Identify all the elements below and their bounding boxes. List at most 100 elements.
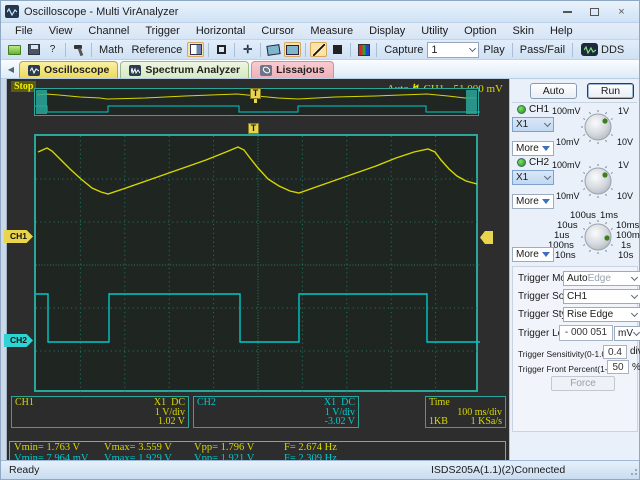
trigger-level-unit-select[interactable]: mV [614, 326, 640, 341]
knob-indicator-dot [604, 235, 610, 241]
chevron-down-icon [469, 44, 477, 52]
graticule [34, 134, 480, 394]
minimize-button[interactable] [554, 3, 581, 20]
menu-skin[interactable]: Skin [505, 24, 542, 39]
ch2-offset: -3.02 V [324, 416, 355, 427]
trigger-front-percent-input[interactable]: 50 [607, 360, 629, 374]
capture-count-select[interactable]: 1 [427, 41, 480, 58]
menu-measure[interactable]: Measure [302, 24, 361, 39]
dds-wave-icon [581, 43, 599, 56]
help-icon[interactable]: ? [44, 42, 61, 57]
chevron-down-icon [632, 328, 640, 336]
menu-horizontal[interactable]: Horizontal [188, 24, 254, 39]
preview-left-handle[interactable] [36, 90, 47, 114]
knob-indicator-dot [602, 172, 608, 178]
timebase-knob[interactable] [580, 219, 616, 255]
ch2-position-marker[interactable]: CH2 [4, 334, 33, 347]
preview-right-handle[interactable] [466, 90, 477, 114]
trigger-level-input[interactable]: - 000 051 [559, 325, 613, 341]
ch1-volts-knob[interactable] [580, 109, 616, 145]
line-draw-icon[interactable] [310, 42, 328, 57]
rotate-view-icon[interactable] [265, 42, 282, 57]
window-icon[interactable] [213, 42, 230, 57]
close-button[interactable]: × [608, 3, 635, 20]
trigger-level-marker[interactable] [480, 231, 493, 244]
panel-layout-icon[interactable] [187, 42, 205, 57]
trigger-mode-select[interactable]: AutoEdge [563, 271, 640, 286]
trigger-style-select[interactable]: Rise Edge [563, 307, 640, 322]
ch1-label: CH1 [529, 104, 550, 115]
trigger-sensitivity-unit: div [630, 346, 640, 357]
app-window: Oscilloscope - Multi VirAnalyzer × File … [0, 0, 640, 480]
trigger-sensitivity-label: Trigger Sensitivity(0-1.0) [518, 349, 609, 359]
math-button[interactable]: Math [95, 44, 127, 56]
screen-capture-icon[interactable] [284, 42, 302, 57]
menu-channel[interactable]: Channel [80, 24, 137, 39]
ch1-probe-value: X1 [516, 119, 529, 130]
menu-bar: File View Channel Trigger Horizontal Cur… [1, 23, 639, 40]
ch2-probe-select[interactable]: X1 [512, 170, 554, 185]
play-button[interactable]: Play [479, 44, 508, 56]
auto-button[interactable]: Auto [530, 83, 577, 99]
chevron-down-icon [543, 172, 552, 180]
move-icon[interactable]: ✛ [239, 42, 256, 57]
oscilloscope-tab-icon [28, 64, 40, 76]
menu-trigger[interactable]: Trigger [137, 24, 187, 39]
resize-grip[interactable] [629, 469, 637, 477]
trigger-source-select[interactable]: CH1 [563, 289, 640, 304]
ch2-knob-label-10v: 10V [617, 191, 634, 201]
ch1-more-label: More [516, 143, 539, 154]
menu-cursor[interactable]: Cursor [253, 24, 302, 39]
trigger-mode-hint: Edge [587, 273, 611, 284]
tab-bar: ◀ Oscilloscope Spectrum Analyzer Lissajo… [1, 60, 639, 79]
color-grid-icon[interactable] [355, 42, 372, 57]
stop-shape-icon[interactable] [329, 42, 346, 57]
passfail-button[interactable]: Pass/Fail [516, 44, 569, 56]
trigger-front-percent-unit: % [632, 362, 640, 373]
tab-lissajous[interactable]: Lissajous [251, 61, 334, 78]
tab-scroll-left-icon[interactable]: ◀ [3, 61, 19, 77]
trigger-sensitivity-input[interactable]: 0.4 [603, 345, 627, 359]
tab-label: Oscilloscope [44, 64, 110, 76]
maximize-button[interactable] [581, 3, 608, 20]
ch2-more-select[interactable]: More [512, 194, 554, 209]
menu-display[interactable]: Display [361, 24, 413, 39]
ch2-probe-value: X1 [516, 172, 529, 183]
timebase-more-select[interactable]: More [512, 247, 554, 262]
menu-view[interactable]: View [41, 24, 81, 39]
save-icon[interactable] [25, 42, 42, 57]
ch2-knob-label-100mv: 100mV [552, 160, 581, 170]
menu-help[interactable]: Help [542, 24, 581, 39]
tab-spectrum-analyzer[interactable]: Spectrum Analyzer [120, 61, 250, 78]
chevron-down-icon [630, 309, 639, 317]
toolbar: ? Math Reference ✛ Capture 1 Play Pass/F… [1, 40, 639, 60]
ch1-vpp: Vpp= 1.796 V [194, 442, 255, 453]
run-button[interactable]: Run [587, 83, 634, 99]
ch1-probe-select[interactable]: X1 [512, 117, 554, 132]
trigger-position-marker[interactable]: T [248, 123, 259, 138]
ch1-more-select[interactable]: More [512, 141, 554, 156]
ch2-enable-led[interactable] [517, 158, 526, 167]
trigger-group: Trigger Mode AutoEdge Trigger Source CH1… [512, 266, 640, 432]
ch1-position-marker[interactable]: CH1 [4, 230, 33, 243]
ch1-vmax: Vmax= 3.559 V [104, 442, 172, 453]
ch1-enable-led[interactable] [517, 105, 526, 114]
menu-option[interactable]: Option [456, 24, 504, 39]
menu-utility[interactable]: Utility [413, 24, 456, 39]
open-icon[interactable] [6, 42, 23, 57]
splitter-handle[interactable] [1, 79, 7, 460]
tool-icon[interactable] [70, 42, 87, 57]
menu-file[interactable]: File [7, 24, 41, 39]
ch2-label: CH2 [529, 157, 550, 168]
tb-label-10s: 10s [618, 250, 634, 261]
buffer-preview-strip[interactable]: T [34, 88, 480, 116]
preview-trigger-position-marker[interactable]: T [250, 88, 261, 103]
ch1-knob-label-10v: 10V [617, 137, 634, 147]
tab-oscilloscope[interactable]: Oscilloscope [19, 61, 119, 78]
force-button[interactable]: Force [551, 376, 615, 391]
dds-button[interactable]: DDS [576, 41, 629, 58]
dds-label: DDS [601, 43, 625, 56]
reference-button[interactable]: Reference [127, 44, 186, 56]
ch2-volts-knob[interactable] [580, 163, 616, 199]
stop-indicator: Stop [11, 81, 37, 92]
